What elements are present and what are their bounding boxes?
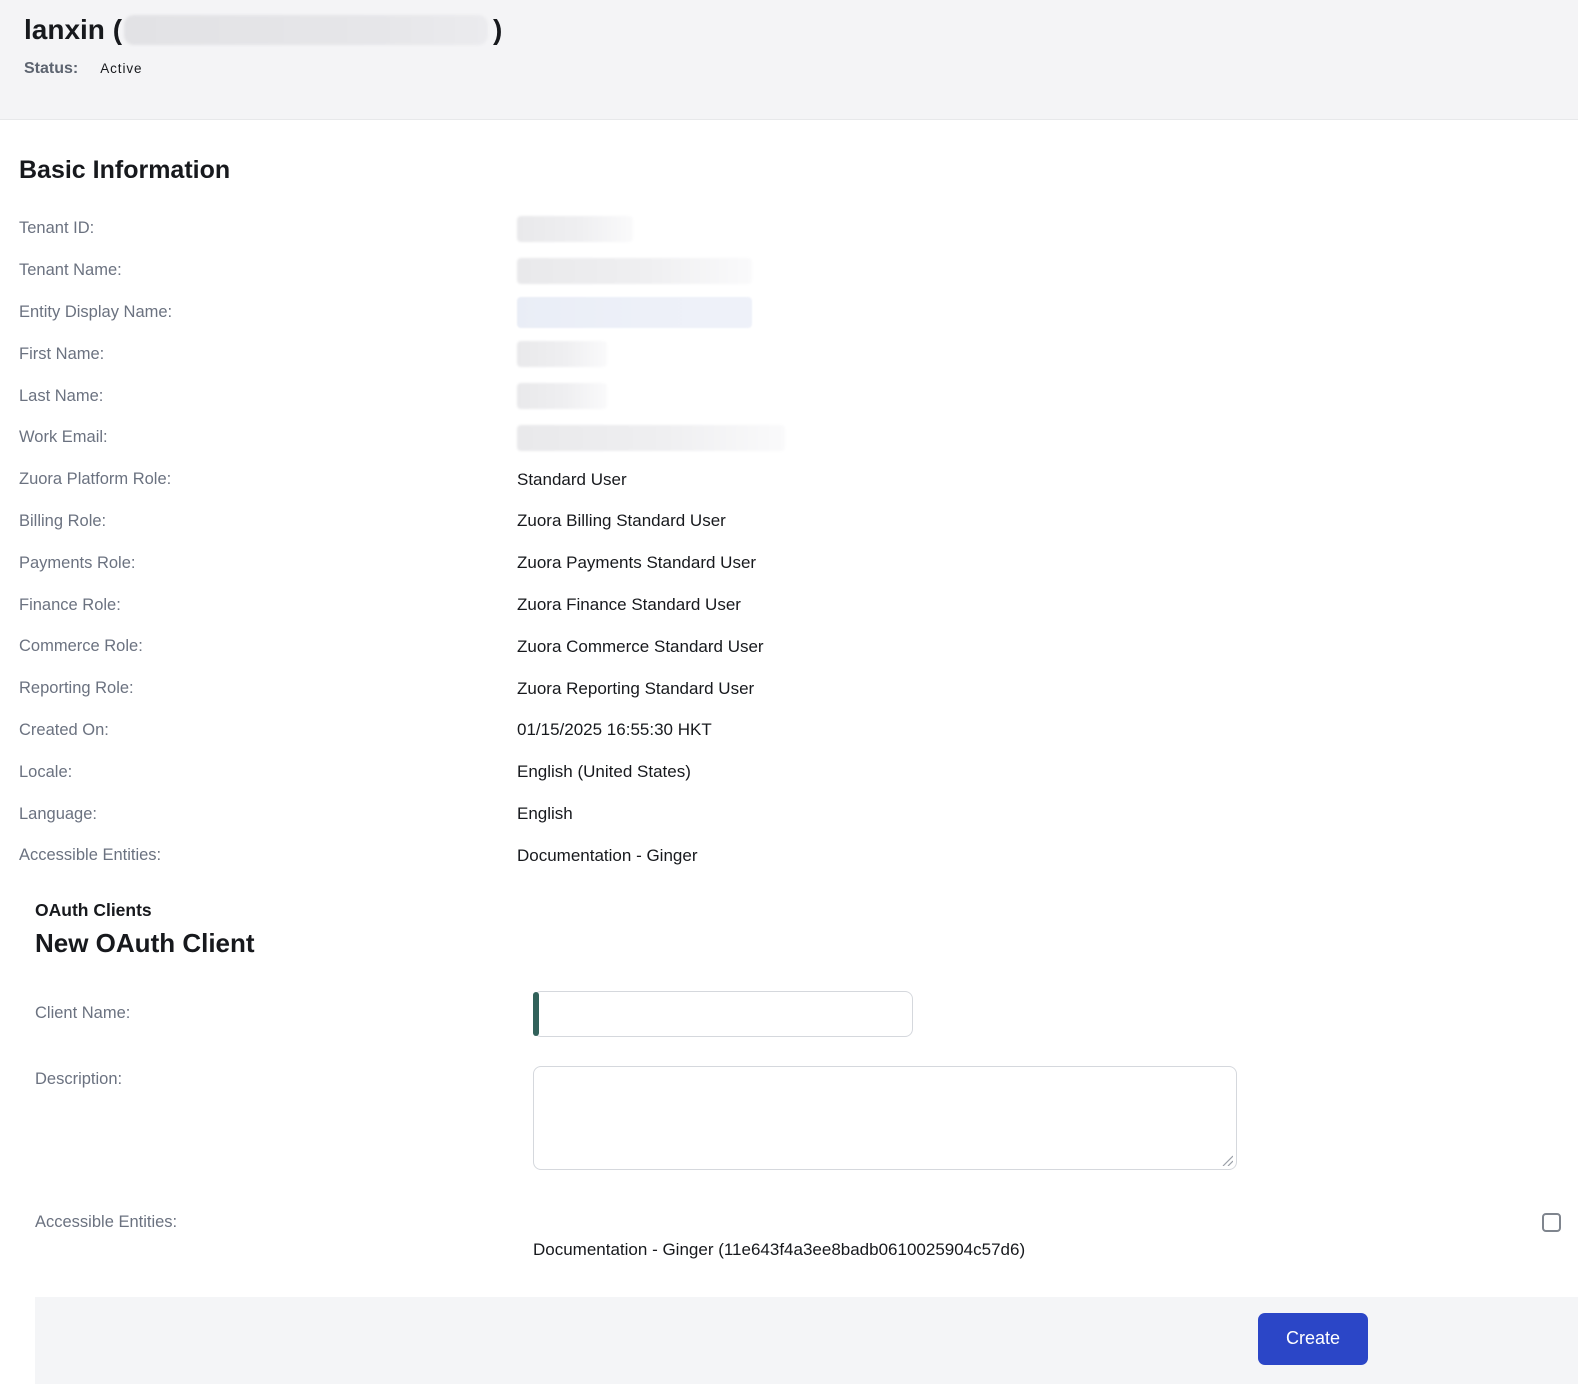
- status-row: Status: Active: [24, 60, 1554, 78]
- info-label: Reporting Role:: [19, 679, 517, 698]
- info-label: Payments Role:: [19, 554, 517, 573]
- info-label: Work Email:: [19, 428, 517, 447]
- info-row-tenant-id: Tenant ID:: [0, 208, 1578, 250]
- info-value: Zuora Reporting Standard User: [517, 679, 754, 699]
- info-value: English (United States): [517, 762, 691, 782]
- accessible-entities-checkbox[interactable]: [1542, 1213, 1561, 1232]
- info-row-commerce-role: Commerce Role: Zuora Commerce Standard U…: [0, 626, 1578, 668]
- accessible-entities-label: Accessible Entities:: [35, 1213, 533, 1232]
- new-oauth-client-title: New OAuth Client: [35, 925, 1578, 961]
- redacted-user-id: [124, 15, 488, 45]
- info-row-entity-display-name: Entity Display Name:: [0, 292, 1578, 334]
- info-row-billing-role: Billing Role: Zuora Billing Standard Use…: [0, 501, 1578, 543]
- redacted-value: [517, 425, 785, 451]
- info-label: Language:: [19, 805, 517, 824]
- info-label: Entity Display Name:: [19, 303, 517, 322]
- info-label: Commerce Role:: [19, 637, 517, 656]
- create-button[interactable]: Create: [1258, 1313, 1368, 1365]
- info-value: English: [517, 804, 573, 824]
- info-row-first-name: First Name:: [0, 333, 1578, 375]
- info-row-payments-role: Payments Role: Zuora Payments Standard U…: [0, 542, 1578, 584]
- client-name-row: Client Name:: [35, 991, 1578, 1037]
- info-label: First Name:: [19, 345, 517, 364]
- info-label: Created On:: [19, 721, 517, 740]
- new-oauth-client-section: OAuth Clients New OAuth Client Client Na…: [35, 897, 1578, 1261]
- info-row-zuora-platform-role: Zuora Platform Role: Standard User: [0, 459, 1578, 501]
- basic-information-list: Tenant ID: Tenant Name: Entity Display N…: [0, 208, 1578, 877]
- description-label: Description:: [35, 1066, 533, 1089]
- info-row-last-name: Last Name:: [0, 375, 1578, 417]
- description-row: Description:: [35, 1066, 1578, 1170]
- info-row-reporting-role: Reporting Role: Zuora Reporting Standard…: [0, 668, 1578, 710]
- section-title-basic-information: Basic Information: [19, 153, 1578, 187]
- client-name-label: Client Name:: [35, 1004, 533, 1023]
- description-textarea[interactable]: [533, 1066, 1237, 1170]
- info-value: Zuora Billing Standard User: [517, 511, 726, 531]
- status-badge: Active: [100, 61, 142, 76]
- info-label: Finance Role:: [19, 596, 517, 615]
- info-label: Locale:: [19, 763, 517, 782]
- entity-option: Documentation - Ginger (11e643f4a3ee8bad…: [533, 1239, 1578, 1261]
- info-value: Zuora Payments Standard User: [517, 553, 756, 573]
- info-value: Standard User: [517, 470, 627, 490]
- info-row-tenant-name: Tenant Name:: [0, 250, 1578, 292]
- input-focus-caret: [533, 992, 539, 1036]
- info-label: Billing Role:: [19, 512, 517, 531]
- redacted-value: [517, 216, 633, 242]
- description-textarea-wrap: [533, 1066, 1237, 1170]
- info-row-created-on: Created On: 01/15/2025 16:55:30 HKT: [0, 710, 1578, 752]
- info-label: Last Name:: [19, 387, 517, 406]
- page-title: lanxin ( ): [24, 8, 1554, 52]
- form-footer: Create: [35, 1297, 1578, 1384]
- info-row-locale: Locale: English (United States): [0, 751, 1578, 793]
- info-value: Zuora Commerce Standard User: [517, 637, 764, 657]
- client-name-input[interactable]: [533, 991, 913, 1037]
- info-label: Accessible Entities:: [19, 846, 517, 865]
- page-header: lanxin ( ) Status: Active: [0, 0, 1578, 120]
- info-value: Documentation - Ginger: [517, 846, 697, 866]
- status-label: Status:: [24, 60, 78, 78]
- info-row-work-email: Work Email:: [0, 417, 1578, 459]
- redacted-value: [517, 297, 752, 328]
- info-label: Tenant Name:: [19, 261, 517, 280]
- accessible-entities-row: Accessible Entities:: [35, 1211, 1578, 1235]
- redacted-value: [517, 383, 607, 409]
- user-detail-page: lanxin ( ) Status: Active Basic Informat…: [0, 0, 1578, 1384]
- info-label: Tenant ID:: [19, 219, 517, 238]
- client-name-input-wrap: [533, 991, 913, 1037]
- info-value: 01/15/2025 16:55:30 HKT: [517, 720, 712, 740]
- info-value: Zuora Finance Standard User: [517, 595, 741, 615]
- info-row-accessible-entities: Accessible Entities: Documentation - Gin…: [0, 835, 1578, 877]
- redacted-value: [517, 341, 607, 367]
- info-label: Zuora Platform Role:: [19, 470, 517, 489]
- oauth-clients-label: OAuth Clients: [35, 897, 1578, 923]
- info-row-language: Language: English: [0, 793, 1578, 835]
- page-title-prefix: lanxin (: [24, 14, 122, 46]
- info-row-finance-role: Finance Role: Zuora Finance Standard Use…: [0, 584, 1578, 626]
- page-title-suffix: ): [493, 14, 502, 46]
- redacted-value: [517, 258, 752, 284]
